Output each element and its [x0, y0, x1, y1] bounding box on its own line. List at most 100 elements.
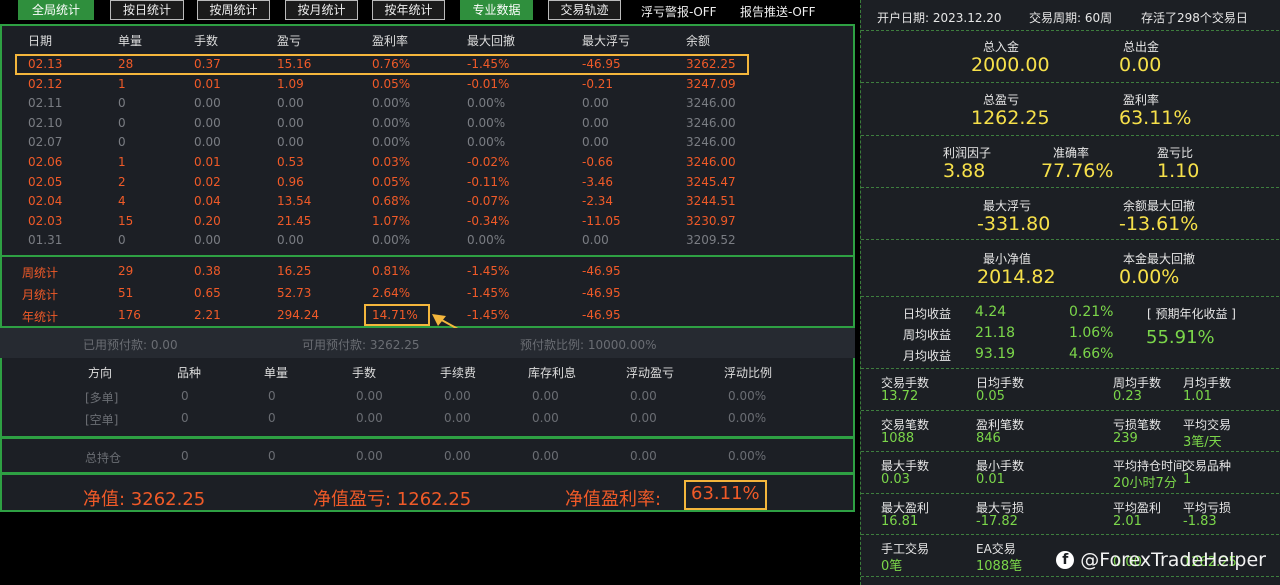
- table-cell: 0.00: [582, 233, 609, 248]
- table-cell: 3246.00: [686, 135, 736, 150]
- stats-row: 交易手数 13.72 日均手数 0.05 周均手数 0.23 月均手数 1.01: [861, 369, 1279, 411]
- table-cell: 0.00: [277, 96, 304, 111]
- tab-trade-track[interactable]: 交易轨迹: [548, 0, 621, 20]
- average-income-row: 日均收益 4.24 0.21% 周均收益 21.18 1.06% 月均收益 93.19 4.66…: [861, 297, 1279, 369]
- stat-value: 0笔: [881, 559, 903, 574]
- table-cell: 3244.51: [686, 194, 736, 209]
- summary-cell: 51: [118, 286, 134, 300]
- accuracy-value: 77.76%: [1041, 160, 1114, 182]
- positions-total: 总持仓 0 0 0.00 0.00 0.00 0.00 0.00%: [0, 437, 855, 474]
- daily-table: 日期 单量 手数 盈亏 盈利率 最大回撤 最大浮亏 余额 02.13 28 0.37 15.16 0.…: [0, 24, 855, 257]
- tab-pro-data[interactable]: 专业数据: [460, 0, 533, 20]
- max-float-loss-value: -331.80: [977, 213, 1051, 235]
- tab-weekly-stats[interactable]: 按周统计: [197, 0, 270, 20]
- stat-value: 0.23: [1113, 389, 1142, 404]
- summary-cell: 0.81%: [372, 264, 411, 278]
- column-header: 余额: [686, 34, 711, 48]
- table-cell: 0.02: [194, 174, 221, 189]
- position-cell: 0.00%: [728, 389, 767, 403]
- column-header: 日期: [28, 34, 53, 48]
- table-cell: 0.00%: [467, 115, 506, 130]
- column-header: 手数: [194, 34, 219, 48]
- table-cell: 0.01: [194, 76, 221, 91]
- table-cell: -0.66: [582, 155, 614, 169]
- table-row: 02.12 1 0.01 1.09 0.05% -0.01% -0.21 3247.09: [2, 77, 852, 95]
- table-cell: 2: [118, 174, 126, 189]
- table-cell: 4: [118, 194, 126, 209]
- summary-row: 周统计 29 0.38 16.25 0.81% -1.45% -46.95: [2, 264, 852, 282]
- position-column-header: 手数: [352, 366, 377, 380]
- max-float-loss-label: 最大浮亏: [983, 199, 1032, 213]
- pnl-row: 总盈亏 1262.25 盈利率 63.11%: [861, 83, 1279, 136]
- table-cell: 0: [118, 96, 126, 111]
- position-cell: 0: [268, 389, 276, 403]
- table-row: 02.06 1 0.01 0.53 0.03% -0.02% -0.66 3246.00: [2, 155, 852, 173]
- stat-value: -1.83: [1183, 513, 1217, 529]
- table-cell: 0.00: [277, 115, 304, 130]
- average-label: 周均收益: [903, 328, 952, 342]
- period-summary: 周统计 29 0.38 16.25 0.81% -1.45% -46.95 月统计 51 0.65…: [0, 255, 855, 351]
- position-cell: [空单]: [85, 413, 119, 427]
- capital-max-dd-label: 本金最大回撤: [1123, 252, 1196, 266]
- position-column-header: 浮动比例: [724, 366, 773, 380]
- table-cell: 0.00: [582, 115, 609, 130]
- table-cell: 3230.97: [686, 213, 736, 228]
- summary-cell: -1.45%: [467, 286, 510, 300]
- average-label: 月均收益: [903, 349, 952, 363]
- table-cell: 0.00: [194, 135, 221, 150]
- position-cell: 0: [268, 411, 276, 425]
- account-info-row: 开户日期: 2023.12.20 交易周期: 60周 存活了298个交易日: [861, 0, 1279, 31]
- column-header: 单量: [118, 34, 143, 48]
- summary-cell: 294.24: [277, 308, 319, 322]
- column-header: 盈亏: [277, 34, 302, 48]
- position-cell: 0: [181, 389, 189, 403]
- pnl-value: 1262.25: [971, 107, 1050, 129]
- table-cell: -3.46: [582, 174, 614, 189]
- profit-rate-label: 盈利率: [1123, 93, 1160, 107]
- table-cell: 0.00: [277, 135, 304, 150]
- pl-ratio-label: 盈亏比: [1157, 146, 1194, 160]
- stat-value: 20小时7分: [1113, 476, 1177, 491]
- float-loss-alert-toggle[interactable]: 浮亏警报-OFF: [641, 3, 717, 20]
- table-cell: 13.54: [277, 194, 312, 209]
- table-cell: 0.53: [277, 155, 304, 169]
- summary-cell: -1.45%: [467, 264, 510, 278]
- position-column-header: 库存利息: [528, 366, 577, 380]
- prepay-ratio: 预付款比例: 10000.00%: [520, 338, 657, 352]
- tab-yearly-stats[interactable]: 按年统计: [372, 0, 445, 20]
- table-cell: 0.04: [194, 194, 221, 209]
- summary-cell: 2.21: [194, 308, 221, 322]
- stat-value: 0.05: [976, 389, 1005, 404]
- table-row: 02.05 2 0.02 0.96 0.05% -0.11% -3.46 3245.47: [2, 175, 852, 193]
- table-cell: 3246.00: [686, 115, 736, 130]
- position-cell: 0.00: [356, 389, 383, 403]
- table-cell: 0.00%: [467, 96, 506, 111]
- table-cell: 0.05%: [372, 174, 411, 189]
- pnl-label: 总盈亏: [983, 93, 1020, 107]
- table-cell: 3247.09: [686, 76, 736, 91]
- summary-row: 月统计 51 0.65 52.73 2.64% -1.45% -46.95: [2, 286, 852, 304]
- total-cell: 0.00%: [728, 449, 767, 463]
- facebook-icon: f: [1056, 551, 1075, 569]
- table-row: 02.04 4 0.04 13.54 0.68% -0.07% -2.34 3244.51: [2, 194, 852, 212]
- table-cell: 3209.52: [686, 233, 736, 248]
- tab-daily-stats[interactable]: 按日统计: [110, 0, 184, 20]
- net-equity: 净值: 3262.25: [83, 489, 206, 510]
- stat-value: 2.01: [1113, 513, 1142, 529]
- summary-cell: 0.38: [194, 264, 221, 278]
- table-cell: 1.07%: [372, 213, 411, 228]
- table-cell: 0.00%: [467, 233, 506, 248]
- net-rate-label: 净值盈利率:: [565, 489, 662, 510]
- tab-global-stats[interactable]: 全局统计: [18, 0, 94, 20]
- table-cell: 02.04: [28, 194, 63, 209]
- net-value-bar: 净值: 3262.25 净值盈亏: 1262.25 净值盈利率: 63.11%: [0, 473, 855, 512]
- report-push-toggle[interactable]: 报告推送-OFF: [740, 3, 816, 20]
- position-column-header: 单量: [264, 366, 289, 380]
- average-value: 93.19: [975, 346, 1016, 362]
- summary-cell: 0.65: [194, 286, 221, 300]
- profit-rate-value: 63.11%: [1119, 107, 1192, 129]
- tab-monthly-stats[interactable]: 按月统计: [285, 0, 358, 20]
- table-cell: 0.96: [277, 174, 304, 189]
- prepay-bar: 已用预付款: 0.00 可用预付款: 3262.25 预付款比例: 10000.…: [0, 328, 855, 358]
- min-net-row: 最小净值 2014.82 本金最大回撤 0.00%: [861, 240, 1279, 297]
